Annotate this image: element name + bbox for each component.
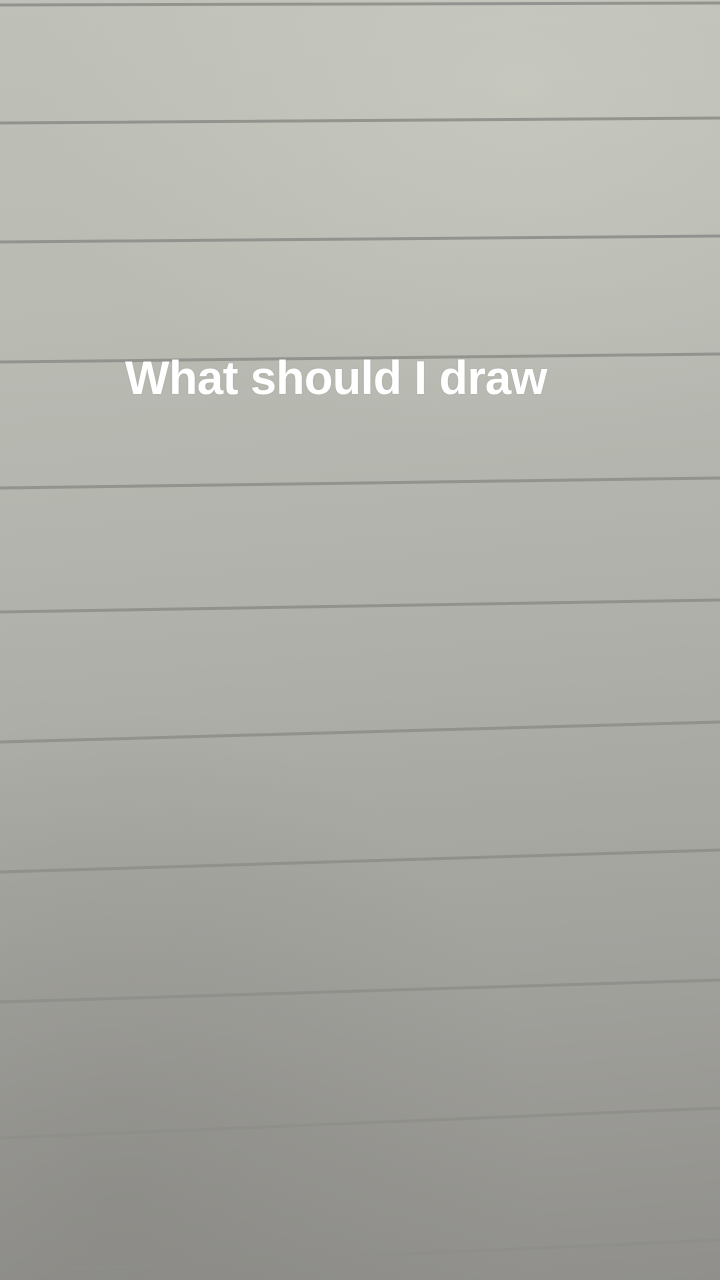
video-frame: What should I draw bbox=[0, 0, 720, 1280]
ruled-line bbox=[0, 720, 720, 744]
ruled-line bbox=[0, 116, 720, 125]
ruled-line bbox=[0, 234, 720, 244]
ruled-line bbox=[0, 1106, 720, 1140]
ruled-line bbox=[0, 848, 720, 874]
ruled-line bbox=[0, 1, 720, 7]
ruled-line bbox=[0, 476, 720, 490]
ruled-line bbox=[0, 598, 720, 614]
ruled-paper-lines bbox=[0, 1, 720, 1274]
caption-text: What should I draw bbox=[125, 351, 547, 404]
ruled-line bbox=[0, 1238, 720, 1274]
ruled-line bbox=[0, 978, 720, 1004]
